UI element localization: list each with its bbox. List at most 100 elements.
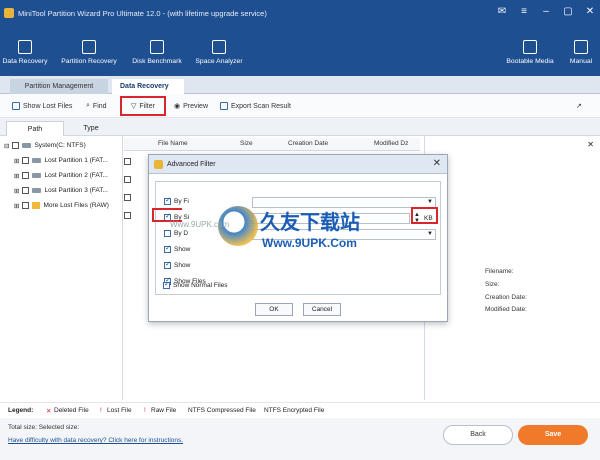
legend-item: NTFS Encrypted File [264,407,325,414]
show-normal-files-row[interactable]: Show Normal Files [163,280,228,289]
checkbox[interactable] [22,157,30,164]
dialog-close-button[interactable]: ✕ [433,158,441,169]
checkbox[interactable] [164,260,171,269]
search-icon: ⌕ [86,102,90,109]
legend-item: Deleted File [54,407,89,414]
save-button[interactable]: Save [518,425,588,445]
checkbox[interactable] [164,196,171,205]
option-label: By Fi [174,198,189,205]
close-icon[interactable]: ✕ [587,140,594,149]
toolbar-partition-recovery[interactable]: Partition Recovery [56,36,122,76]
checkbox[interactable] [12,142,20,149]
menu-icon[interactable]: ≡ [518,6,530,18]
row-checkbox[interactable] [124,158,131,165]
advanced-filter-dialog: Advanced Filter ✕ By Fi ▼ By Si ▲▼ KB By… [148,154,448,322]
date-select[interactable]: ▼ [252,229,436,240]
minimize-button[interactable]: – [540,6,552,18]
checkbox[interactable] [164,244,171,253]
expand-icon[interactable]: ⊞ [14,172,19,180]
col-size[interactable]: Size [240,140,253,147]
tab-path[interactable]: Path [6,121,64,136]
toolbar-space-analyzer[interactable]: Space Analyzer [192,36,246,76]
tree-item[interactable]: ⊞ Lost Partition 2 (FAT... [4,168,122,183]
filename-select[interactable]: ▼ [252,197,436,208]
show-option-row[interactable]: Show [164,260,190,269]
close-button[interactable]: ✕ [584,6,596,18]
toolbar-bootable-media[interactable]: Bootable Media [502,36,558,76]
deleted-file-icon: ✕ [46,408,52,415]
chevron-down-icon: ▼ [427,231,433,237]
toolbar-label: Partition Recovery [61,58,117,65]
size-input[interactable] [252,213,410,224]
drive-icon [22,143,32,148]
data-recovery-icon [18,40,32,54]
detail-modified-date: Modified Date: [485,306,527,313]
row-checkbox[interactable] [124,194,131,201]
col-file-name[interactable]: File Name [158,140,188,147]
tab-type[interactable]: Type [62,121,120,136]
main-toolbar: Data Recovery Partition Recovery Disk Be… [0,36,600,76]
maximize-button[interactable]: ▢ [562,6,574,18]
option-label: Show [174,246,191,253]
toolbar-label: Data Recovery [2,58,48,65]
partition-recovery-icon [82,40,96,54]
action-label: Export Scan Result [231,102,291,110]
tab-data-recovery[interactable]: Data Recovery ✕ [112,79,184,105]
expand-icon[interactable]: ⊞ [14,157,19,165]
collapse-icon[interactable]: ⊟ [4,142,9,150]
tree-label: More Lost Files (RAW) [43,202,109,209]
filter-highlight-box [120,96,166,116]
cancel-button[interactable]: Cancel [303,303,341,316]
by-date-row[interactable]: By D [164,230,188,237]
tab-label: Data Recovery [120,83,169,90]
dialog-title: Advanced Filter [167,161,216,168]
checkbox[interactable] [163,280,170,289]
help-link[interactable]: Have difficulty with data recovery? Clic… [8,437,183,444]
back-button[interactable]: Back [443,425,513,445]
expand-icon[interactable]: ⊞ [14,202,19,210]
ok-button[interactable]: OK [255,303,293,316]
checkbox[interactable] [22,187,30,194]
by-filename-row[interactable]: By Fi [164,196,189,205]
pane-tabs: Path Type [0,118,600,136]
tree-item[interactable]: ⊟ System(C: NTFS) [4,138,122,153]
col-modified-date[interactable]: Modified Dz [374,140,408,147]
option-label: Show Normal Files [173,282,228,289]
pane-divider[interactable] [122,136,123,400]
tree-item[interactable]: ⊞ Lost Partition 1 (FAT... [4,153,122,168]
main-tabs: Partition Management Data Recovery ✕ [0,76,600,105]
show-lost-icon [12,102,20,110]
disk-benchmark-icon [150,40,164,54]
legend-bar: Legend: ✕ Deleted File ! Lost File ! Raw… [0,402,600,418]
show-lost-files-button[interactable]: Show Lost Files [12,100,72,112]
toolbar-manual[interactable]: Manual [564,36,598,76]
dialog-title-bar: Advanced Filter [149,155,447,174]
tab-partition-management[interactable]: Partition Management [10,79,108,94]
preview-button[interactable]: ◉ Preview [174,100,208,112]
show-option-row[interactable]: Show [164,244,191,253]
row-checkbox[interactable] [124,212,131,219]
tree-item[interactable]: ⊞ Lost Partition 3 (FAT... [4,183,122,198]
legend-item: Raw File [151,407,177,414]
by-size-highlight-box [152,208,182,222]
toolbar-disk-benchmark[interactable]: Disk Benchmark [128,36,186,76]
tree-item[interactable]: ⊞ More Lost Files (RAW) [4,198,122,213]
checkbox[interactable] [22,202,30,209]
partition-tree: ⊟ System(C: NTFS) ⊞ Lost Partition 1 (FA… [4,138,122,213]
share-icon[interactable]: ↗ [576,100,582,112]
tree-label: Lost Partition 2 (FAT... [44,172,108,179]
option-label: By D [174,230,189,237]
toolbar-data-recovery[interactable]: Data Recovery [2,36,48,76]
row-checkbox[interactable] [124,176,131,183]
tree-label: Lost Partition 3 (FAT... [44,187,108,194]
expand-icon[interactable]: ⊞ [14,187,19,195]
export-scan-result-button[interactable]: Export Scan Result [220,100,291,112]
find-button[interactable]: ⌕ Find [86,100,107,112]
checkbox[interactable] [22,172,30,179]
mail-icon[interactable]: ✉ [496,6,508,18]
checkbox[interactable] [164,230,171,237]
action-label: Show Lost Files [23,102,73,110]
drive-icon [32,188,42,193]
col-creation-date[interactable]: Creation Date [288,140,328,147]
eye-icon: ◉ [174,103,181,110]
